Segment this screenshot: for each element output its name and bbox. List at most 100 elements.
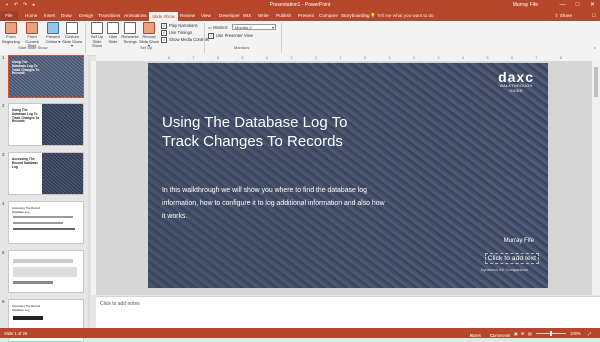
- present-online-button[interactable]: Present Online ▾: [44, 22, 62, 44]
- chevron-down-icon: ▾: [271, 25, 274, 30]
- ruler-tick-label: 8: [168, 56, 170, 60]
- slide-thumbnail[interactable]: [8, 250, 84, 293]
- slide-sorter-icon[interactable]: ⊞: [521, 331, 525, 336]
- scrollbar-thumb[interactable]: [594, 67, 598, 97]
- tab-storyboarding[interactable]: Storyboarding: [341, 13, 370, 18]
- show-media-controls-checkbox[interactable]: ✓ Show Media Controls: [161, 37, 209, 43]
- ruler-tick-label: 7: [192, 56, 195, 60]
- slideshow-current-icon: [26, 22, 38, 34]
- current-slide[interactable]: Using The Database Log To Track Changes …: [148, 63, 548, 288]
- tab-slide-show[interactable]: Slide Show: [149, 12, 178, 21]
- thumb-number: 5: [2, 250, 5, 255]
- slide-thumbnail[interactable]: Accessing The Record Database Log: [8, 152, 84, 195]
- text-placeholder[interactable]: Click to add text: [484, 253, 539, 264]
- group-label-monitors: Monitors: [234, 45, 250, 50]
- ribbon-tabs: File Home Insert Draw Design Transitions…: [0, 11, 600, 21]
- tab-home[interactable]: Home: [25, 13, 37, 18]
- tab-publish[interactable]: Publish: [276, 13, 291, 18]
- zoom-slider-knob[interactable]: [550, 331, 552, 336]
- thumb-title: Using The Database Log To Track Changes …: [12, 60, 40, 76]
- slide-thumbnail[interactable]: Using The Database Log To Track Changes …: [8, 103, 84, 146]
- logo-mark: daxc: [498, 69, 534, 85]
- zoom-level[interactable]: 100%: [570, 331, 581, 336]
- share-button[interactable]: ⇧ Share: [555, 13, 572, 19]
- ruler-tick-label: 1: [388, 56, 391, 60]
- tab-animations[interactable]: Animations: [124, 13, 147, 18]
- ruler-tick-label: 6: [217, 56, 219, 60]
- tab-present[interactable]: Present: [298, 13, 314, 18]
- ruler-tick-label: 3: [290, 56, 293, 60]
- thumb-number: 3: [2, 152, 5, 157]
- thumb-title: Accessing The Record Database Log: [12, 157, 39, 169]
- tab-compare[interactable]: Compare: [319, 13, 338, 18]
- ruler-tick-label: 2: [413, 56, 415, 60]
- logo: daxc WALKTHROUGH GUIDE: [498, 70, 534, 94]
- tab-mix[interactable]: MIX: [243, 13, 251, 18]
- thumb-title: Accessing The Record Database Log: [12, 304, 41, 312]
- monitor-select[interactable]: Monitor 2 ▾: [232, 24, 276, 30]
- tab-insert[interactable]: Insert: [44, 13, 56, 18]
- ruler-tick-label: 7: [535, 56, 538, 60]
- lightbulb-icon: 💡: [370, 13, 377, 18]
- ruler-tick-label: 1: [339, 56, 342, 60]
- normal-view-icon[interactable]: ▣: [514, 331, 518, 336]
- group-label-start: Start Slide Show: [18, 45, 48, 50]
- record-icon: [143, 22, 155, 34]
- ruler-tick-label: 3: [437, 56, 440, 60]
- logo-subtitle-2: GUIDE: [509, 88, 523, 93]
- tell-me-search[interactable]: 💡 Tell me what you want to do: [370, 13, 434, 19]
- fit-to-window-icon[interactable]: ⤢: [588, 331, 591, 336]
- hide-slide-button[interactable]: Hide Slide: [106, 22, 120, 44]
- slide-footer-text: Dynamics AX Companions: [480, 267, 528, 272]
- minimize-button[interactable]: —: [557, 1, 568, 9]
- tab-design[interactable]: Design: [79, 13, 93, 18]
- play-narrations-checkbox[interactable]: ✓ Play Narrations: [161, 23, 198, 29]
- slide-thumbnail[interactable]: Accessing The Record Database Log: [8, 201, 84, 244]
- tab-draw[interactable]: Draw: [61, 13, 72, 18]
- group-label-setup: Set Up: [140, 45, 153, 50]
- thumb-number: 1: [2, 55, 5, 60]
- present-online-icon: [47, 22, 59, 34]
- rehearse-timings-button[interactable]: Rehearse Timings: [121, 22, 139, 44]
- comments-icon[interactable]: ☐: [592, 13, 596, 19]
- ruler-tick-label: 5: [241, 56, 244, 60]
- setup-slide-show-button[interactable]: Set Up Slide Show: [88, 22, 106, 49]
- use-presenter-view-checkbox[interactable]: ✓ Use Presenter View: [208, 33, 253, 39]
- thumbnails-scrollbar[interactable]: [88, 55, 90, 327]
- title-bar: ▪ ↶ ↷ ▸ Presentation1 - PowerPoint Murra…: [0, 0, 600, 11]
- ruler-tick-label: 2: [315, 56, 317, 60]
- tab-review[interactable]: Review: [180, 13, 195, 18]
- user-name[interactable]: Murray Fife: [513, 2, 538, 8]
- reading-view-icon[interactable]: ▤: [528, 331, 532, 336]
- slide-body-text[interactable]: In this walkthrough we will show you whe…: [162, 184, 387, 223]
- thumb-number: 4: [2, 201, 5, 206]
- tab-transitions[interactable]: Transitions: [98, 13, 120, 18]
- collapse-ribbon-icon[interactable]: ⌃: [593, 47, 597, 53]
- notes-placeholder: Click to add notes: [100, 301, 140, 307]
- custom-slide-show-button[interactable]: Custom Slide Show ▾: [62, 22, 82, 49]
- tab-write[interactable]: Write: [258, 13, 269, 18]
- close-button[interactable]: ✕: [587, 1, 598, 9]
- ruler-tick-label: 8: [560, 56, 562, 60]
- tab-file[interactable]: File: [0, 11, 18, 21]
- zoom-slider[interactable]: [536, 331, 566, 336]
- setup-show-icon: [91, 22, 103, 34]
- slide-author[interactable]: Murray Fife: [504, 238, 534, 244]
- thumb-number: 2: [2, 103, 5, 108]
- ribbon-slide-show: From Beginning From Current Slide Presen…: [0, 21, 600, 56]
- tab-view[interactable]: View: [201, 13, 211, 18]
- editor-scrollbar[interactable]: [592, 61, 600, 295]
- ruler-tick-label: 4: [266, 56, 268, 60]
- hide-slide-icon: [107, 22, 119, 34]
- ruler-tick-label: 4: [462, 56, 464, 60]
- notes-pane[interactable]: Click to add notes: [96, 296, 600, 328]
- tab-developer[interactable]: Developer: [219, 13, 240, 18]
- maximize-button[interactable]: □: [572, 1, 583, 9]
- from-beginning-button[interactable]: From Beginning: [2, 22, 20, 44]
- slide-thumbnail[interactable]: Using The Database Log To Track Changes …: [8, 55, 84, 98]
- monitor-label: ▭ Monitor:: [208, 25, 229, 30]
- ribbon-separator: [85, 23, 86, 53]
- slideshow-start-icon: [5, 22, 17, 34]
- use-timings-checkbox[interactable]: ✓ Use Timings: [161, 30, 192, 36]
- slide-title[interactable]: Using The Database Log To Track Changes …: [162, 113, 362, 151]
